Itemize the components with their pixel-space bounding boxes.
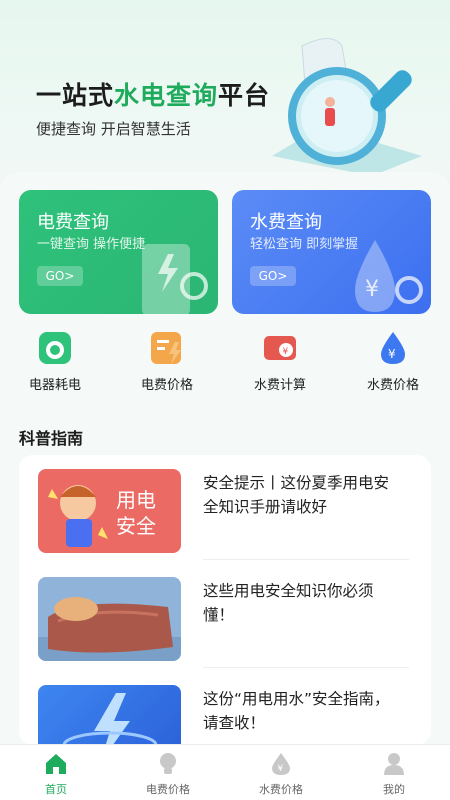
bottom-tab-bar: 首页 电费价格 ¥ 水费价格 我的 — [0, 744, 450, 800]
article-list: 用电 安全 安全提示丨这份夏季用电安全知识手册请收好 这些用电安全知识你必须懂！… — [19, 455, 431, 745]
quick-water-bill[interactable]: ¥ 水费计算 — [225, 330, 335, 393]
thumb-text-line-2: 安全 — [116, 514, 156, 538]
article-item[interactable]: 这份“用电用水”安全指南，请查收！ — [19, 671, 431, 745]
quick-appliance-consumption[interactable]: 电器耗电 — [0, 330, 110, 393]
quick-label: 电器耗电 — [28, 378, 81, 393]
article-thumbnail — [38, 577, 181, 661]
tab-home[interactable]: 首页 — [0, 751, 112, 797]
article-thumbnail: 用电 安全 — [38, 469, 181, 553]
card-title: 水费查询 — [250, 212, 322, 233]
svg-text:¥: ¥ — [388, 347, 396, 361]
section-title: 科普指南 — [19, 429, 84, 448]
bulb-icon — [160, 753, 176, 774]
electric-bill-icon — [142, 244, 208, 314]
hero-banner: 一站式水电查询平台 便捷查询 开启智慧生活 — [0, 0, 450, 200]
article-item[interactable]: 这些用电安全知识你必须懂！ — [19, 563, 431, 663]
electricity-price-icon — [151, 332, 181, 364]
tab-water-price[interactable]: ¥ 水费价格 — [225, 751, 337, 797]
article-title: 安全提示丨这份夏季用电安全知识手册请收好 — [203, 474, 390, 516]
water-drop-icon: ¥ — [272, 753, 290, 775]
electric-blanket-illustration — [38, 597, 181, 661]
article-item[interactable]: 用电 安全 安全提示丨这份夏季用电安全知识手册请收好 — [19, 455, 431, 555]
home-icon — [46, 754, 66, 774]
lightning-illustration — [62, 693, 158, 745]
quick-label: 水费价格 — [366, 378, 419, 393]
tab-label: 水费价格 — [259, 783, 303, 796]
article-thumbnail — [38, 685, 181, 745]
article-title: 这份“用电用水”安全指南，请查收！ — [203, 690, 390, 732]
svg-text:¥: ¥ — [283, 347, 289, 357]
tab-label: 我的 — [383, 783, 405, 796]
magnifier-illustration — [272, 38, 422, 176]
water-bill-icon: ¥ — [264, 336, 296, 360]
tab-label: 电费价格 — [146, 783, 190, 796]
article-title: 这些用电安全知识你必须懂！ — [203, 582, 374, 624]
water-query-card[interactable]: 水费查询 轻松查询 即刻掌握 GO> ¥ — [232, 190, 431, 314]
go-button[interactable]: GO> — [250, 266, 296, 286]
quick-water-price[interactable]: ¥ 水费价格 — [338, 330, 448, 393]
tab-electricity-price[interactable]: 电费价格 — [112, 751, 224, 797]
quick-electricity-price[interactable]: 电费价格 — [112, 330, 222, 393]
hero-title: 一站式水电查询平台 — [36, 81, 271, 110]
quick-label: 水费计算 — [253, 378, 306, 393]
svg-text:¥: ¥ — [365, 277, 379, 302]
hero-subtitle: 便捷查询 开启智慧生活 — [36, 120, 191, 138]
divider — [203, 559, 409, 560]
safety-kid-illustration: 用电 安全 — [48, 485, 156, 547]
card-title: 电费查询 — [37, 212, 109, 233]
go-button[interactable]: GO> — [37, 266, 83, 286]
water-price-icon: ¥ — [381, 332, 405, 364]
electricity-query-card[interactable]: 电费查询 一键查询 操作便捷 GO> — [19, 190, 218, 314]
thumb-text-line-1: 用电 — [116, 488, 156, 512]
svg-text:¥: ¥ — [278, 764, 284, 774]
divider — [203, 667, 409, 668]
quick-label: 电费价格 — [140, 378, 193, 393]
user-icon — [384, 753, 404, 775]
water-drop-yen-icon: ¥ — [355, 240, 423, 312]
appliance-icon — [39, 332, 71, 364]
tab-label: 首页 — [45, 783, 67, 796]
tab-profile[interactable]: 我的 — [338, 751, 450, 797]
